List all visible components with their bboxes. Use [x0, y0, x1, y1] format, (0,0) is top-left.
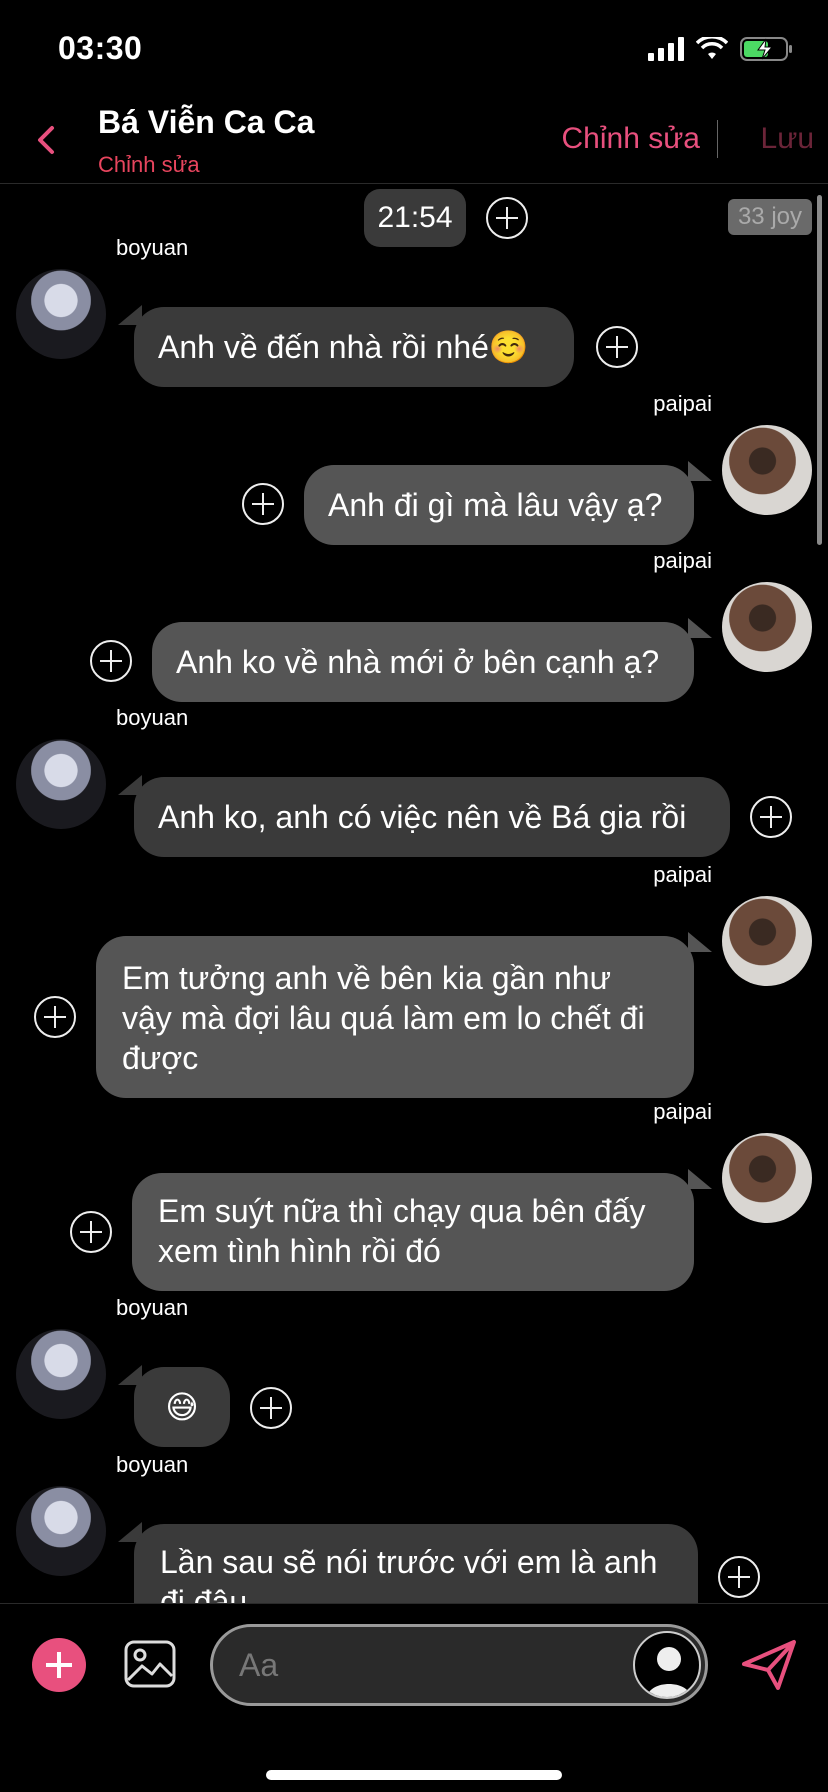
bubble-tail: [688, 461, 712, 481]
contact-name[interactable]: Bá Viễn Ca Ca: [98, 104, 314, 141]
add-icon[interactable]: [250, 1387, 292, 1429]
add-icon[interactable]: [750, 796, 792, 838]
avatar-paipai[interactable]: [722, 425, 812, 515]
message-list[interactable]: 21:54 33 joy boyuan Anh về đến nhà rồi n…: [0, 185, 828, 1603]
status-icons: [648, 36, 794, 62]
avatar-paipai[interactable]: [722, 1133, 812, 1223]
time-marker[interactable]: 21:54: [364, 189, 466, 247]
bubble-tail: [688, 932, 712, 952]
sender-name: paipai: [653, 391, 712, 416]
sender-name: boyuan: [116, 705, 189, 730]
sender-name: boyuan: [116, 235, 189, 260]
avatar-paipai[interactable]: [722, 582, 812, 672]
bubble-tail: [688, 618, 712, 638]
signal-icon: [648, 37, 684, 61]
message-bubble[interactable]: Anh về đến nhà rồi nhé☺️: [134, 307, 574, 387]
sender-name: boyuan: [116, 1452, 189, 1477]
message-bubble[interactable]: 😅: [134, 1367, 230, 1447]
avatar-boyuan[interactable]: [16, 1486, 106, 1576]
add-icon[interactable]: [34, 996, 76, 1038]
message-bubble[interactable]: Anh ko, anh có việc nên về Bá gia rồi: [134, 777, 730, 857]
image-icon[interactable]: [124, 1640, 176, 1688]
scrollbar[interactable]: [817, 195, 822, 545]
battery-charging-icon: [740, 37, 792, 61]
avatar-boyuan[interactable]: [16, 739, 106, 829]
message-input[interactable]: [239, 1627, 589, 1703]
avatar-boyuan[interactable]: [16, 269, 106, 359]
add-icon[interactable]: [242, 483, 284, 525]
header-divider: [717, 120, 718, 158]
add-icon[interactable]: [70, 1211, 112, 1253]
message-bubble[interactable]: Em tưởng anh về bên kia gần như vậy mà đ…: [96, 936, 694, 1098]
sender-name: paipai: [653, 1099, 712, 1124]
message-input-wrap[interactable]: [210, 1624, 708, 1706]
add-icon[interactable]: [486, 197, 528, 239]
message-bubble[interactable]: Anh đi gì mà lâu vậy ạ?: [304, 465, 694, 545]
status-bar: 03:30: [0, 0, 828, 100]
save-button[interactable]: Lưu: [761, 122, 814, 156]
avatar-paipai[interactable]: [722, 896, 812, 986]
status-time: 03:30: [58, 30, 143, 66]
avatar-boyuan[interactable]: [16, 1329, 106, 1419]
sender-name: paipai: [653, 548, 712, 573]
edit-button[interactable]: Chỉnh sửa: [562, 122, 701, 156]
sender-name: paipai: [653, 862, 712, 887]
wifi-icon: [696, 37, 728, 59]
joy-badge: 33 joy: [727, 199, 812, 235]
sender-name: boyuan: [116, 1295, 189, 1320]
avatar-placeholder-icon[interactable]: [633, 1631, 701, 1699]
send-icon[interactable]: [740, 1638, 798, 1692]
home-indicator[interactable]: [266, 1770, 562, 1780]
add-icon[interactable]: [596, 326, 638, 368]
message-bubble[interactable]: Lần sau sẽ nói trước với em là anh đi đâ…: [134, 1524, 698, 1603]
bubble-tail: [688, 1169, 712, 1189]
message-bubble[interactable]: Anh ko về nhà mới ở bên cạnh ạ?: [152, 622, 694, 702]
message-bubble[interactable]: Em suýt nữa thì chạy qua bên đấy xem tìn…: [132, 1173, 694, 1291]
add-icon[interactable]: [90, 640, 132, 682]
composer-bar: [0, 1603, 828, 1792]
back-chevron-icon[interactable]: [28, 120, 68, 160]
chat-header: Bá Viễn Ca Ca Chỉnh sửa Chỉnh sửa Lưu: [0, 100, 828, 184]
contact-subtitle[interactable]: Chỉnh sửa: [98, 152, 200, 178]
add-icon[interactable]: [718, 1556, 760, 1598]
add-attachment-button[interactable]: [32, 1638, 86, 1692]
